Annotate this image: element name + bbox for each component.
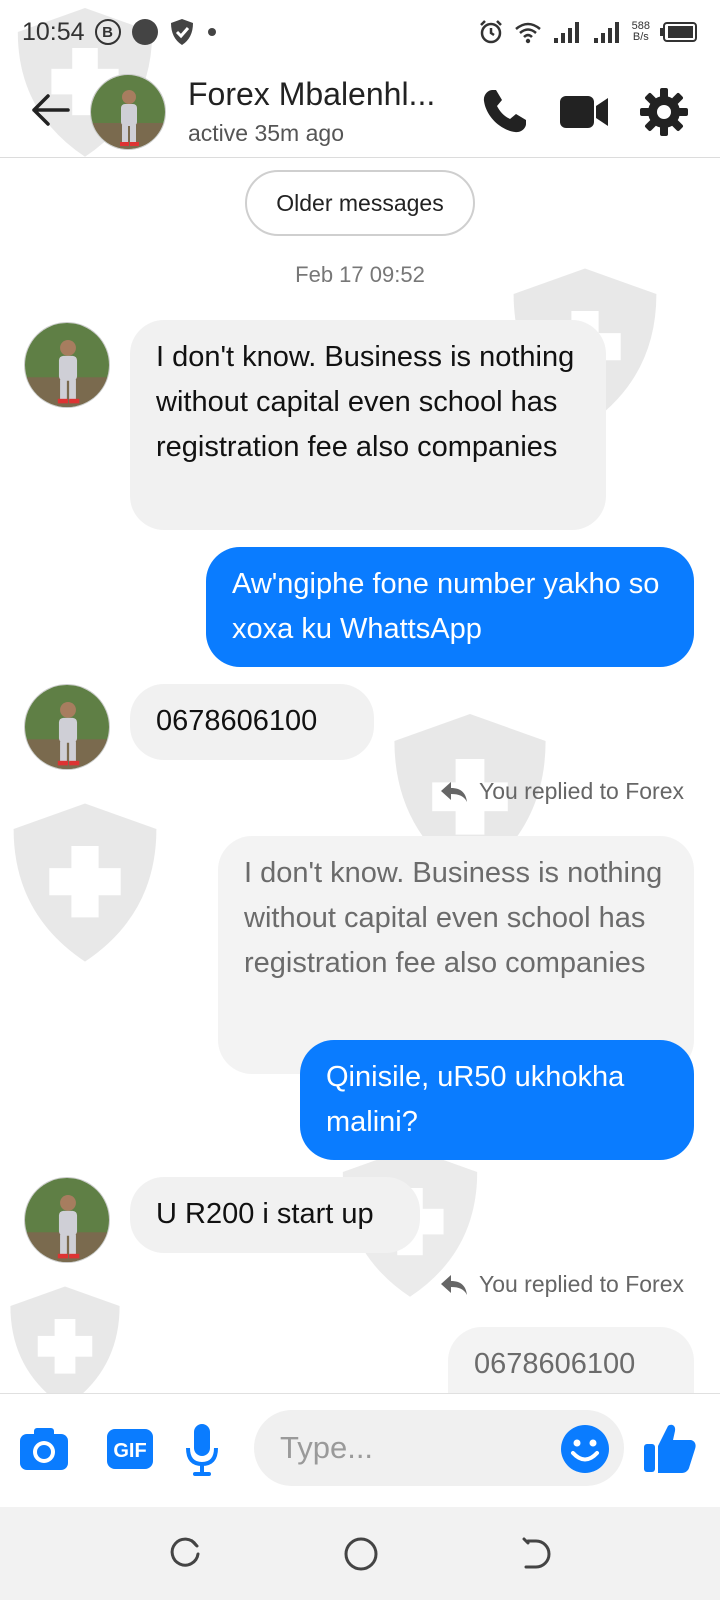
date-timestamp: Feb 17 09:52 — [295, 262, 425, 287]
conversation-header: Forex Mbalenhl... active 35m ago — [0, 64, 720, 158]
reply-arrow-icon — [440, 781, 467, 802]
reply-note: You replied to Forex — [478, 778, 684, 804]
b-badge-icon: B — [94, 19, 121, 45]
outgoing-message[interactable]: Aw'ngiphe fone number yakho so xoxa ku W… — [206, 547, 694, 667]
battery-icon — [660, 22, 697, 42]
sender-avatar[interactable] — [24, 684, 110, 770]
back-nav-icon[interactable] — [518, 1537, 552, 1571]
back-arrow-icon[interactable] — [28, 88, 72, 132]
quoted-message[interactable]: I don't know. Business is nothing withou… — [218, 836, 694, 1074]
incoming-message[interactable]: U R200 i start up — [130, 1177, 420, 1253]
speed-unit: B/s — [632, 31, 649, 43]
emoji-icon[interactable] — [560, 1424, 610, 1474]
outgoing-message[interactable]: Qinisile, uR50 ukhokha malini? — [300, 1040, 694, 1160]
gif-label: GIF — [113, 1440, 146, 1462]
older-messages-button[interactable]: Older messages — [245, 170, 475, 236]
wifi-icon — [514, 22, 541, 44]
shield-check-icon — [170, 19, 193, 45]
alarm-icon — [479, 20, 502, 44]
presence-status: active 35m ago — [188, 120, 344, 146]
microphone-icon[interactable] — [184, 1422, 220, 1478]
video-camera-icon[interactable] — [558, 86, 610, 138]
network-speed: 588 B/s — [632, 21, 650, 43]
message-composer: GIF Type... — [0, 1393, 720, 1507]
signal-icon — [553, 22, 579, 43]
gear-icon[interactable] — [638, 86, 690, 138]
clock: 10:54 — [22, 17, 85, 46]
reply-note: You replied to Forex — [478, 1271, 684, 1297]
reply-indicator: You replied to Forex — [439, 1271, 684, 1298]
phone-icon[interactable] — [478, 86, 530, 138]
gif-icon[interactable]: GIF — [106, 1428, 154, 1470]
reply-indicator: You replied to Forex — [439, 778, 684, 805]
incoming-message[interactable]: I don't know. Business is nothing withou… — [130, 320, 606, 530]
sender-avatar[interactable] — [24, 322, 110, 408]
thumbs-up-icon[interactable] — [642, 1420, 698, 1476]
incoming-message[interactable]: 0678606100 — [130, 684, 374, 760]
sender-avatar[interactable] — [24, 1177, 110, 1263]
system-nav-bar — [0, 1507, 720, 1600]
contact-avatar[interactable] — [90, 74, 166, 150]
reply-arrow-icon — [440, 1274, 467, 1295]
circle-notification-icon — [131, 19, 158, 45]
recent-apps-icon[interactable] — [168, 1537, 202, 1571]
dot-icon — [207, 28, 216, 36]
home-icon[interactable] — [342, 1535, 380, 1573]
camera-icon[interactable] — [18, 1426, 70, 1472]
signal-icon — [593, 22, 619, 43]
watermark-shield-icon — [13, 803, 157, 962]
contact-name[interactable]: Forex Mbalenhl... — [188, 76, 435, 113]
status-bar: 10:54 B 588 B/s — [0, 0, 720, 64]
